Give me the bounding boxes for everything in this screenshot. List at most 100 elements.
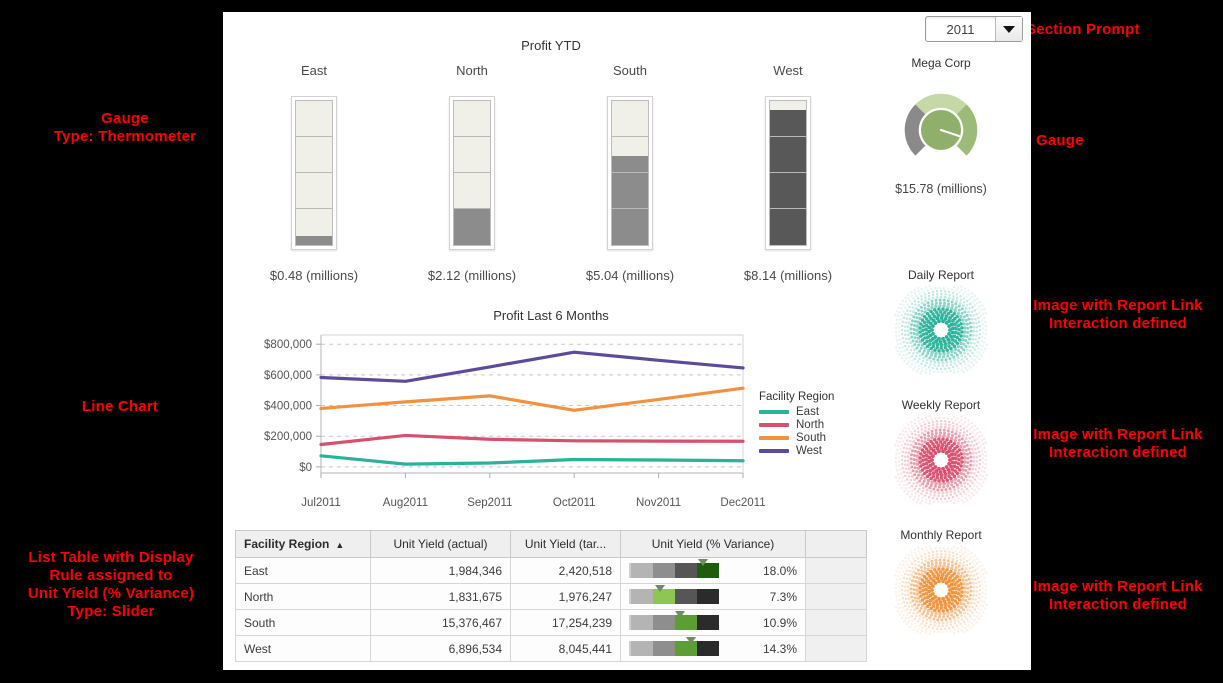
profit-ytd-panel: Profit YTD East $0.48 (millions) North $2.1… xyxy=(235,38,867,300)
monthly-report-card[interactable]: Monthly Report xyxy=(882,522,1000,640)
cell-region: North xyxy=(235,583,371,610)
thermometer-value: $5.04 (millions) xyxy=(585,268,675,283)
variance-value: 18.0% xyxy=(762,563,797,578)
cell-actual: 1,831,675 xyxy=(370,583,511,610)
series-line-east xyxy=(319,454,745,466)
legend-label: South xyxy=(796,432,827,444)
y-tick-label: $600,000 xyxy=(264,370,312,382)
table-header-blank[interactable] xyxy=(805,530,867,558)
thermometer-value: $0.48 (millions) xyxy=(269,268,359,283)
legend-swatch xyxy=(759,449,789,453)
thermometer-fill xyxy=(770,109,806,245)
thermometer-west: West $8.14 (millions) xyxy=(709,63,867,283)
cell-region: South xyxy=(235,609,371,636)
weekly-report-title: Weekly Report xyxy=(901,398,981,412)
chevron-down-icon[interactable] xyxy=(995,17,1022,41)
thermometer-value: $2.12 (millions) xyxy=(427,268,517,283)
legend-item-south[interactable]: South xyxy=(759,432,834,444)
thermometer-track xyxy=(611,100,649,246)
mega-corp-gauge-card[interactable]: Mega Corp $15.78 (millions) xyxy=(882,50,1000,234)
y-tick-label: $200,000 xyxy=(264,431,312,443)
cell-target: 1,976,247 xyxy=(510,583,621,610)
thermometer-band-line xyxy=(770,136,806,137)
cell-variance: 7.3% xyxy=(620,583,806,610)
variance-value: 14.3% xyxy=(762,641,797,656)
thermometer-tube xyxy=(607,96,653,250)
daily-report-title: Daily Report xyxy=(907,268,975,282)
thermometer-band-line xyxy=(296,136,332,137)
thermometer-band-line xyxy=(296,208,332,209)
monthly-report-title: Monthly Report xyxy=(900,528,982,542)
thermometer-band-line xyxy=(454,172,490,173)
unit-yield-table: Facility Region ▲ Unit Yield (actual) Unit … xyxy=(235,530,867,662)
y-tick-label: $800,000 xyxy=(264,339,312,351)
legend-item-north[interactable]: North xyxy=(759,419,834,431)
variance-slider xyxy=(629,585,719,604)
slider-band xyxy=(631,641,653,656)
daily-report-card[interactable]: Daily Report xyxy=(882,262,1000,380)
variance-value: 10.9% xyxy=(762,615,797,630)
thermometer-band-line xyxy=(612,172,648,173)
table-header-unit-yield-variance[interactable]: Unit Yield (% Variance) xyxy=(620,530,806,558)
slider-band xyxy=(653,641,675,656)
thermometer-value: $8.14 (millions) xyxy=(743,268,833,283)
cell-variance: 18.0% xyxy=(620,557,806,584)
table-row[interactable]: East 1,984,346 2,420,518 18.0% xyxy=(235,557,867,584)
slider-marker-icon xyxy=(655,585,666,592)
table-row[interactable]: West 6,896,534 8,045,441 14.3% xyxy=(235,635,867,662)
table-row[interactable]: North 1,831,675 1,976,247 7.3% xyxy=(235,583,867,610)
line-chart-title: Profit Last 6 Months xyxy=(493,308,609,323)
legend-swatch xyxy=(759,436,789,440)
cell-actual: 6,896,534 xyxy=(370,635,511,662)
gauge-value: $15.78 (millions) xyxy=(895,182,987,196)
x-tick-label: Aug2011 xyxy=(382,497,428,509)
line-chart-plot-area: $0 $200,000 $400,000 $600,000 $800,000 Facil… xyxy=(235,329,867,497)
cell-actual: 1,984,346 xyxy=(370,557,511,584)
variance-slider xyxy=(629,637,719,656)
cell-region: West xyxy=(235,635,371,662)
gauge-dial xyxy=(882,84,1000,176)
x-tick-label: Dec2011 xyxy=(720,497,766,509)
thermometer-east: East $0.48 (millions) xyxy=(235,63,393,283)
table-header-facility-region[interactable]: Facility Region ▲ xyxy=(235,530,371,558)
table-row[interactable]: South 15,376,467 17,254,239 10.9% xyxy=(235,609,867,636)
series-line-south xyxy=(319,386,745,412)
profit-ytd-title: Profit YTD xyxy=(521,38,581,53)
thermometer-tube xyxy=(765,96,811,250)
thermometer-tube xyxy=(449,96,495,250)
weekly-report-card[interactable]: Weekly Report xyxy=(882,392,1000,510)
slider-band xyxy=(631,615,653,630)
series-line-west xyxy=(319,350,745,383)
thermometer-grid: East $0.48 (millions) North $2.12 (millions… xyxy=(235,63,867,283)
x-tick-label: Jul2011 xyxy=(301,497,341,509)
section-prompt-dropdown[interactable]: 2011 xyxy=(925,16,1023,42)
cell-target: 17,254,239 xyxy=(510,609,621,636)
legend-label: North xyxy=(796,419,825,431)
line-chart-svg: $0 $200,000 $400,000 $600,000 $800,000 xyxy=(264,334,745,478)
table-header-unit-yield-tar[interactable]: Unit Yield (tar... xyxy=(510,530,621,558)
gauge-card-title: Mega Corp xyxy=(911,56,971,70)
legend-item-east[interactable]: East xyxy=(759,406,834,418)
x-tick-label: Sep2011 xyxy=(467,497,513,509)
table-header-row: Facility Region ▲ Unit Yield (actual) Unit … xyxy=(235,530,867,558)
x-tick-label: Oct2011 xyxy=(552,497,596,509)
thermometer-fill xyxy=(612,155,648,245)
thermometer-fill xyxy=(454,207,490,245)
profit-last-6-months-panel: Profit Last 6 Months $0 $200,000 $400,000 $… xyxy=(235,308,867,518)
annotation-report-link-3: Image with Report Link Interaction defin… xyxy=(1033,578,1203,613)
cell-region: East xyxy=(235,557,371,584)
thermometer-label: North xyxy=(456,63,488,78)
variance-slider xyxy=(629,611,719,630)
annotation-list-table: List Table with Display Rule assigned to… xyxy=(27,549,195,620)
legend-item-west[interactable]: West xyxy=(759,445,834,457)
annotation-line-chart: Line Chart xyxy=(81,398,159,415)
thermometer-track xyxy=(453,100,491,246)
thermometer-band-line xyxy=(612,208,648,209)
gauge-dial-svg xyxy=(904,93,978,156)
thermometer-band-line xyxy=(770,172,806,173)
table-header-unit-yield-actual[interactable]: Unit Yield (actual) xyxy=(370,530,511,558)
slider-band xyxy=(675,589,697,604)
y-tick-label: $0 xyxy=(299,462,312,474)
slider-band xyxy=(653,615,675,630)
legend-label: West xyxy=(796,445,822,457)
